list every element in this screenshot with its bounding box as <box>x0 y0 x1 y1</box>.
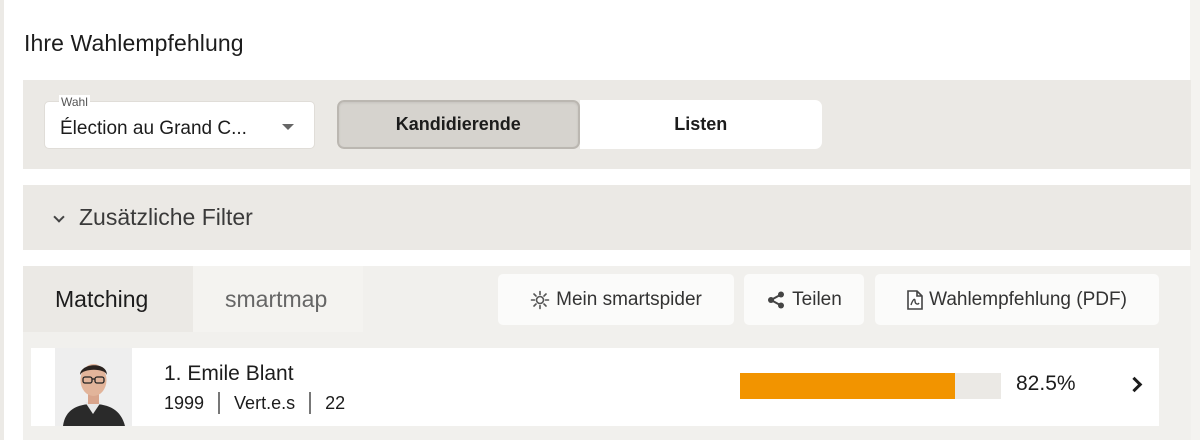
candidate-photo <box>55 348 132 426</box>
caret-down-icon <box>282 124 294 130</box>
chevron-right-icon[interactable] <box>1126 376 1143 393</box>
share-icon <box>766 290 786 310</box>
candidate-meta: 1999 Vert.e.s 22 <box>164 392 345 414</box>
page-left-border <box>0 0 4 440</box>
match-bar <box>740 373 1001 399</box>
election-select[interactable]: Wahl Élection au Grand C... <box>44 95 315 149</box>
match-percentage: 82.5% <box>1016 372 1076 395</box>
pdf-icon <box>907 289 923 310</box>
pdf-label: Wahlempfehlung (PDF) <box>929 288 1127 310</box>
candidate-list-number: 22 <box>325 392 346 413</box>
tab-matching[interactable]: Matching <box>23 266 193 332</box>
smartspider-label: Mein smartspider <box>556 288 702 310</box>
additional-filters-label: Zusätzliche Filter <box>79 204 253 230</box>
candidate-party: Vert.e.s <box>234 392 296 413</box>
smartspider-button[interactable]: Mein smartspider <box>498 274 734 325</box>
election-select-value: Élection au Grand C... <box>60 118 247 139</box>
page-title: Ihre Wahlempfehlung <box>24 30 244 56</box>
pdf-recommendation-button[interactable]: Wahlempfehlung (PDF) <box>875 274 1159 325</box>
share-button[interactable]: Teilen <box>744 274 864 325</box>
lists-toggle-button[interactable]: Listen <box>579 100 822 149</box>
meta-divider <box>309 392 312 414</box>
additional-filters-toggle[interactable]: Zusätzliche Filter <box>23 185 1191 250</box>
candidate-row[interactable]: 1. Emile Blant 1999 Vert.e.s 22 82.5% <box>31 348 1159 426</box>
share-label: Teilen <box>792 288 842 310</box>
election-select-legend: Wahl <box>59 95 90 109</box>
results-panel: Matching smartmap Mein smartspider Teile… <box>23 266 1191 440</box>
candidate-name: 1. Emile Blant <box>164 362 294 385</box>
tab-smartmap[interactable]: smartmap <box>193 266 363 332</box>
view-toggle: Kandidierende Listen <box>337 100 822 149</box>
spider-icon <box>530 290 550 310</box>
chevron-down-icon <box>53 211 65 223</box>
candidate-year: 1999 <box>164 392 205 413</box>
meta-divider <box>218 392 221 414</box>
match-bar-fill <box>740 373 956 399</box>
election-toolbar: Wahl Élection au Grand C... Kandidierend… <box>23 80 1191 169</box>
page-right-scroll-area <box>1190 0 1200 440</box>
candidates-toggle-button[interactable]: Kandidierende <box>337 100 580 149</box>
